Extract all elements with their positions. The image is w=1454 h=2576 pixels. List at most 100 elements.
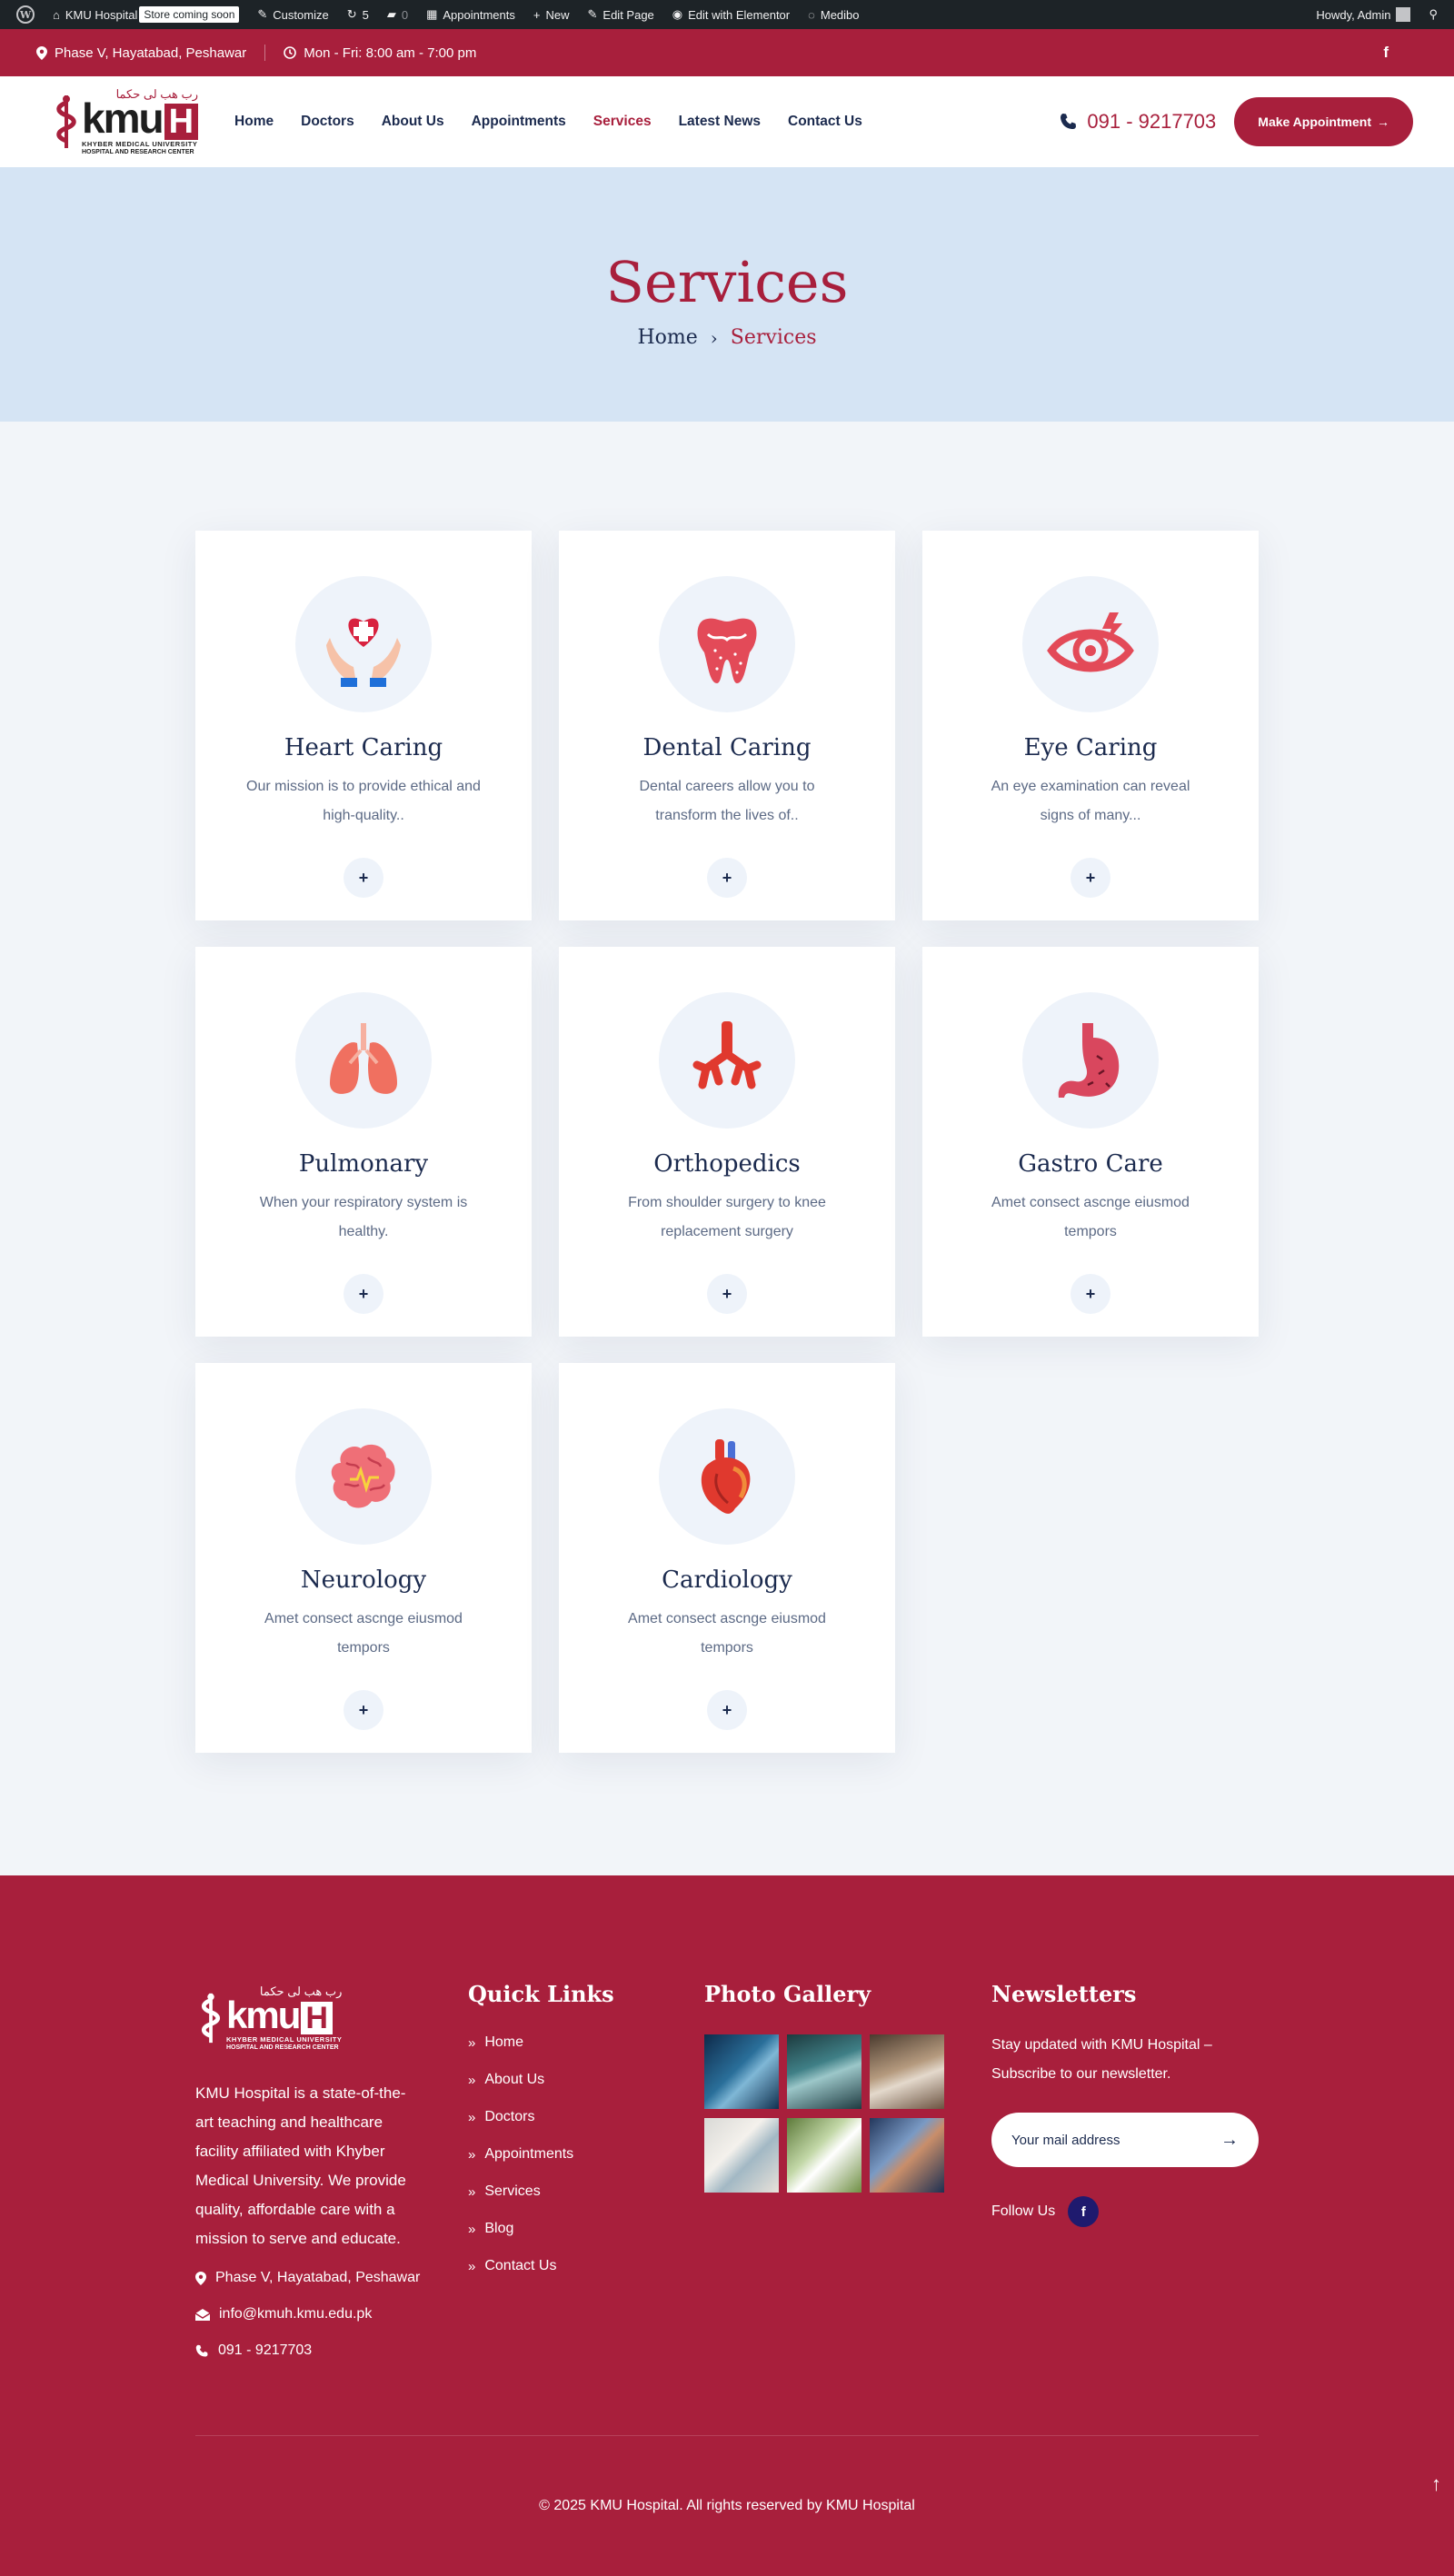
nav-contact-us[interactable]: Contact Us — [788, 114, 862, 130]
admin-comments[interactable]: ▰ 0 — [378, 0, 417, 29]
admin-theme[interactable]: ◌ Medibo — [799, 0, 868, 29]
admin-edit-page[interactable]: ✎ Edit Page — [579, 0, 663, 29]
footer-phone-text: 091 - 9217703 — [218, 2342, 313, 2358]
plus-icon[interactable]: + — [344, 1274, 383, 1314]
theme-icon: ◌ — [808, 7, 815, 22]
footer-about-column: رب هب لی حكما kmu H KHYBER MEDICAL UNIVE… — [195, 1984, 468, 2362]
calendar-icon: ▦ — [426, 7, 438, 21]
make-appointment-button[interactable]: Make Appointment → — [1234, 97, 1413, 146]
service-card-cardiology[interactable]: Cardiology Amet consect ascnge eiusmod t… — [559, 1363, 895, 1753]
pencil-icon: ✎ — [587, 7, 598, 21]
admin-appointments[interactable]: ▦ Appointments — [417, 0, 524, 29]
quick-link-contact-us[interactable]: » Contact Us — [468, 2258, 704, 2274]
header-phone[interactable]: 091 - 9217703 — [1060, 110, 1216, 134]
gallery-image[interactable] — [704, 2118, 779, 2193]
footer-gallery-column: Photo Gallery — [704, 1981, 991, 2362]
plus-icon[interactable]: + — [1071, 1274, 1110, 1314]
facebook-icon[interactable]: f — [1068, 2196, 1100, 2227]
admin-site-name[interactable]: ⌂ KMU Hospital Store coming soon — [44, 0, 248, 29]
admin-account[interactable]: Howdy, Admin — [1307, 0, 1419, 29]
edit-page-label: Edit Page — [603, 7, 654, 22]
footer-phone[interactable]: 091 - 9217703 — [195, 2339, 468, 2362]
quick-link-home[interactable]: » Home — [468, 2034, 704, 2051]
quick-link-appointments[interactable]: » Appointments — [468, 2146, 704, 2163]
plus-icon: + — [533, 7, 541, 22]
breadcrumb-home[interactable]: Home — [637, 326, 697, 349]
info-hours: Mon - Fri: 8:00 am - 7:00 pm — [304, 45, 477, 61]
plus-icon[interactable]: + — [707, 858, 747, 898]
quick-link-doctors[interactable]: » Doctors — [468, 2109, 704, 2125]
quick-link-about-us[interactable]: » About Us — [468, 2072, 704, 2088]
admin-customize[interactable]: ✎ Customize — [248, 0, 337, 29]
service-card-neurology[interactable]: Neurology Amet consect ascnge eiusmod te… — [195, 1363, 532, 1753]
admin-bar: W ⌂ KMU Hospital Store coming soon ✎ Cust… — [0, 0, 1454, 29]
service-description: Our mission is to provide ethical and hi… — [246, 779, 481, 823]
nav-appointments[interactable]: Appointments — [472, 114, 566, 130]
admin-new[interactable]: + New — [524, 0, 579, 29]
theme-label: Medibo — [820, 7, 860, 22]
site-logo[interactable]: رب هب لی حكما kmu H KHYBER MEDICAL UNIVE… — [55, 87, 199, 156]
service-card-orthopedics[interactable]: Orthopedics From shoulder surgery to kne… — [559, 947, 895, 1337]
wordpress-menu[interactable]: W — [7, 0, 44, 29]
admin-search[interactable]: ⚲ — [1419, 0, 1447, 29]
service-card-pulmonary[interactable]: Pulmonary When your respiratory system i… — [195, 947, 532, 1337]
service-card-heart-caring[interactable]: Heart Caring Our mission is to provide e… — [195, 531, 532, 920]
nav-about-us[interactable]: About Us — [382, 114, 444, 130]
phone-icon — [1061, 114, 1077, 129]
phone-number: 091 - 9217703 — [1087, 110, 1217, 133]
quick-link-blog[interactable]: » Blog — [468, 2221, 704, 2237]
plus-icon[interactable]: + — [344, 858, 383, 898]
quick-link-services[interactable]: » Services — [468, 2183, 704, 2200]
arrow-right-icon[interactable]: → — [1220, 2130, 1239, 2151]
caduceus-logo-icon — [56, 95, 76, 148]
logo-line1: KHYBER MEDICAL UNIVERSITY — [82, 140, 198, 148]
service-card-dental-caring[interactable]: Dental Caring Dental careers allow you t… — [559, 531, 895, 920]
newsletter-email-input[interactable] — [1011, 2132, 1193, 2148]
double-chevron-icon: » — [468, 2072, 476, 2088]
info-divider — [264, 45, 266, 61]
howdy-label: Howdy, Admin — [1316, 7, 1391, 22]
nav-services[interactable]: Services — [593, 114, 652, 130]
service-description: Dental careers allow you to transform th… — [639, 779, 815, 823]
plus-icon[interactable]: + — [707, 1690, 747, 1730]
admin-edit-elementor[interactable]: ◉ Edit with Elementor — [663, 0, 799, 29]
gallery-image[interactable] — [787, 2118, 861, 2193]
site-footer: رب هب لی حكما kmu H KHYBER MEDICAL UNIVE… — [0, 1875, 1454, 2576]
wordpress-logo-icon: W — [16, 5, 35, 24]
footer-email[interactable]: info@kmuh.kmu.edu.pk — [195, 2302, 468, 2326]
page-title: Services — [605, 249, 849, 315]
footer-logo[interactable]: رب هب لی حكما kmu H KHYBER MEDICAL UNIVE… — [199, 1984, 468, 2052]
avatar — [1396, 7, 1411, 22]
quick-link-label: About Us — [484, 2072, 545, 2087]
nav-home[interactable]: Home — [234, 114, 274, 130]
quick-link-label: Appointments — [484, 2146, 574, 2162]
gallery-image[interactable] — [870, 2118, 944, 2193]
service-title: Cardiology — [662, 1566, 792, 1594]
gallery-image[interactable] — [787, 2034, 861, 2109]
service-card-gastro-care[interactable]: Gastro Care Amet consect ascnge eiusmod … — [922, 947, 1259, 1337]
brain-icon — [331, 1444, 395, 1508]
double-chevron-icon: » — [468, 2034, 476, 2051]
gallery-image[interactable] — [704, 2034, 779, 2109]
breadcrumb: Home › Services — [637, 326, 816, 349]
plus-icon[interactable]: + — [344, 1690, 383, 1730]
chevron-right-icon: › — [710, 326, 718, 349]
breadcrumb-current: Services — [730, 326, 817, 349]
admin-updates[interactable]: ↻ 5 — [338, 0, 378, 29]
service-description: From shoulder surgery to knee replacemen… — [628, 1195, 826, 1239]
arrow-up-icon[interactable]: ↑ — [1431, 2472, 1441, 2496]
double-chevron-icon: » — [468, 2221, 476, 2237]
plus-icon[interactable]: + — [1071, 858, 1110, 898]
service-card-eye-caring[interactable]: Eye Caring An eye examination can reveal… — [922, 531, 1259, 920]
nav-latest-news[interactable]: Latest News — [679, 114, 761, 130]
nav-doctors[interactable]: Doctors — [301, 114, 354, 130]
envelope-icon — [195, 2308, 210, 2321]
quick-link-label: Blog — [484, 2221, 514, 2236]
plus-icon[interactable]: + — [707, 1274, 747, 1314]
gallery-image[interactable] — [870, 2034, 944, 2109]
footer-address-text: Phase V, Hayatabad, Peshawar — [215, 2270, 421, 2285]
facebook-icon[interactable]: f — [1383, 44, 1389, 62]
newsletter-form: → — [991, 2113, 1259, 2167]
quick-link-label: Home — [484, 2034, 524, 2050]
arrow-right-icon: → — [1377, 114, 1389, 129]
